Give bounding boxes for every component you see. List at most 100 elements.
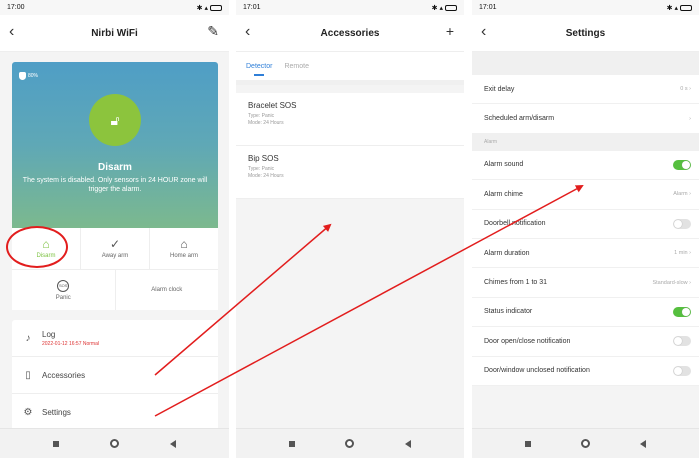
page-title: Accessories xyxy=(320,27,380,39)
add-icon[interactable]: + xyxy=(446,23,454,39)
setting-value: 0 s › xyxy=(680,86,691,93)
home-arm-button[interactable]: ⌂ Home arm xyxy=(150,228,218,269)
tab-remote[interactable]: Remote xyxy=(284,63,309,70)
door-open-close-toggle[interactable] xyxy=(673,336,691,347)
signal-icon: ▴ xyxy=(674,4,678,12)
battery-icon xyxy=(445,4,457,11)
recents-icon[interactable] xyxy=(53,440,60,447)
annotation-circle xyxy=(6,226,68,268)
status-time: 17:00 xyxy=(7,4,25,11)
back-nav-icon[interactable] xyxy=(169,439,176,448)
bluetooth-icon: ✱ xyxy=(666,4,673,12)
setting-alarm-duration[interactable]: Alarm duration 1 min › xyxy=(472,238,699,269)
setting-door-unclosed: Door/window unclosed notification xyxy=(472,356,699,386)
setting-alarm-sound: Alarm sound xyxy=(472,150,699,181)
setting-chimes[interactable]: Chimes from 1 to 31 Standard-slow › xyxy=(472,268,699,298)
setting-doorbell: Doorbell notification xyxy=(472,209,699,239)
mode-label: Home arm xyxy=(169,253,198,259)
page-title: Nirbi WiFi xyxy=(91,27,138,39)
menu-item-accessories[interactable]: ▯ Accessories xyxy=(12,357,218,394)
accessories-label: Accessories xyxy=(42,370,86,380)
back-nav-icon[interactable] xyxy=(640,439,646,448)
status-bar: 17:01 ✱ ▴ xyxy=(236,0,464,15)
status-description: The system is disabled. Only sensors in … xyxy=(22,177,208,193)
sos-icon: SOS xyxy=(57,279,70,292)
accessories-screen: 17:01 ✱ ▴ ‹ Accessories + Detector Remot… xyxy=(236,0,464,458)
accessory-tabs: Detector Remote xyxy=(236,52,464,80)
settings-label: Settings xyxy=(42,408,71,417)
panic-label: Panic xyxy=(55,294,71,301)
tab-detector[interactable]: Detector xyxy=(246,63,272,76)
signal-icon: ▴ xyxy=(204,4,208,12)
log-label: Log xyxy=(42,329,56,339)
status-title: Disarm xyxy=(98,162,132,173)
setting-status-indicator: Status indicator xyxy=(472,297,699,328)
alarm-clock-button[interactable]: Alarm clock xyxy=(116,270,219,310)
doorbell-toggle[interactable] xyxy=(673,218,691,229)
accessory-type: Type: Panic xyxy=(248,166,275,172)
accessory-mode: Mode: 24 Hours xyxy=(248,173,284,179)
list-item[interactable]: Bip SOS Type: Panic Mode: 24 Hours xyxy=(236,146,464,199)
home-nav-icon[interactable] xyxy=(345,439,355,448)
setting-alarm-chime[interactable]: Alarm chime Alarm › xyxy=(472,180,699,210)
setting-exit-delay[interactable]: Exit delay 0 s › xyxy=(472,75,699,105)
accessory-name: Bracelet SOS xyxy=(248,101,297,110)
battery-icon xyxy=(210,4,222,11)
setting-value: Standard-slow › xyxy=(652,279,691,286)
battery-icon xyxy=(680,4,692,11)
status-time: 17:01 xyxy=(479,4,497,11)
signal-icon: ▴ xyxy=(439,4,443,12)
chevron-right-icon: › xyxy=(689,115,691,122)
gear-icon: ⚙ xyxy=(23,407,33,418)
home-menu: ♪ Log 2022-01-12 16:57 Normal ▯ Accessor… xyxy=(12,320,218,432)
home-nav-icon[interactable] xyxy=(109,439,119,448)
setting-label: Chimes from 1 to 31 xyxy=(484,279,548,287)
setting-label: Alarm duration xyxy=(484,249,530,257)
setting-label: Doorbell notification xyxy=(484,220,546,228)
status-icons: ✱ ▴ xyxy=(667,4,692,12)
disarm-status-button[interactable]: 🔓︎ xyxy=(89,94,141,146)
setting-label: Status indicator xyxy=(484,308,533,316)
status-indicator-toggle[interactable] xyxy=(673,306,691,317)
setting-label: Alarm sound xyxy=(484,161,524,169)
back-icon[interactable]: ‹ xyxy=(9,24,14,40)
status-bar: 17:00 ✱ ▴ xyxy=(0,0,229,15)
setting-label: Alarm chime xyxy=(484,190,523,198)
spacer xyxy=(472,52,699,75)
panic-button[interactable]: SOS Panic xyxy=(12,270,116,310)
battery-label: 80% xyxy=(28,73,39,79)
status-bar: 17:01 ✱ ▴ xyxy=(472,0,699,15)
menu-item-log[interactable]: ♪ Log 2022-01-12 16:57 Normal xyxy=(12,320,218,357)
accessories-icon: ▯ xyxy=(25,369,31,381)
setting-scheduled[interactable]: Scheduled arm/disarm › xyxy=(472,104,699,134)
alarm-sound-toggle[interactable] xyxy=(673,159,691,170)
shield-icon xyxy=(19,72,26,80)
section-header: Alarm xyxy=(472,133,699,151)
recents-icon[interactable] xyxy=(525,440,531,447)
system-nav-bar xyxy=(472,428,699,458)
edit-icon[interactable]: ✎ xyxy=(207,23,219,39)
system-nav-bar xyxy=(236,428,464,458)
extra-mode-bar: SOS Panic Alarm clock xyxy=(12,270,218,310)
app-bar: ‹ Nirbi WiFi ✎ xyxy=(0,15,229,52)
back-icon[interactable]: ‹ xyxy=(245,24,250,40)
back-icon[interactable]: ‹ xyxy=(481,24,486,40)
page-title: Settings xyxy=(565,27,606,39)
app-bar: ‹ Settings xyxy=(472,15,699,52)
recents-icon[interactable] xyxy=(289,440,296,447)
setting-label: Door/window unclosed notification xyxy=(484,367,590,375)
status-time: 17:01 xyxy=(243,4,261,11)
menu-item-settings[interactable]: ⚙ Settings xyxy=(12,394,218,431)
back-nav-icon[interactable] xyxy=(404,439,411,448)
accessory-name: Bip SOS xyxy=(248,154,279,163)
system-nav-bar xyxy=(0,428,229,458)
away-arm-button[interactable]: ✓ Away arm xyxy=(81,228,150,269)
home-nav-icon[interactable] xyxy=(581,439,590,448)
accessory-list: Bracelet SOS Type: Panic Mode: 24 Hours … xyxy=(236,93,464,199)
accessory-mode: Mode: 24 Hours xyxy=(248,120,284,126)
bluetooth-icon: ✱ xyxy=(431,4,438,12)
bluetooth-icon: ✱ xyxy=(196,4,203,12)
list-item[interactable]: Bracelet SOS Type: Panic Mode: 24 Hours xyxy=(236,93,464,146)
door-unclosed-toggle[interactable] xyxy=(673,365,691,376)
status-icons: ✱ ▴ xyxy=(432,4,457,12)
